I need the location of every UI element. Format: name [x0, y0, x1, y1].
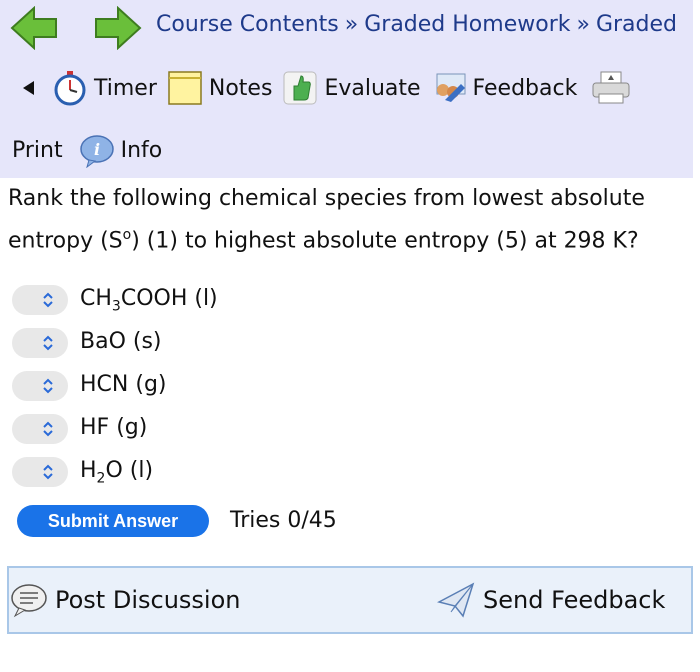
footer-bar: Post Discussion Send Feedback [7, 566, 693, 634]
notes-icon [168, 71, 202, 105]
lon-capa-header: Course Contents» Graded Homework» Graded T… [0, 0, 693, 178]
rank-select-5[interactable] [12, 457, 68, 487]
rank-select-1[interactable] [12, 285, 68, 315]
breadcrumb-graded-homework[interactable]: Graded Homework [364, 12, 570, 37]
send-feedback-icon [437, 582, 475, 618]
species-label: HCN (g) [80, 371, 167, 397]
rank-item-1: CH3COOH (l) [12, 283, 218, 317]
timer-label: Timer [94, 75, 157, 101]
breadcrumb-course-contents[interactable]: Course Contents [156, 12, 339, 37]
breadcrumb-separator: » [576, 12, 590, 37]
collapse-arrow-icon[interactable] [22, 80, 36, 96]
species-label: H2O (l) [80, 457, 154, 487]
chevron-updown-icon [43, 464, 53, 480]
species-label: CH3COOH (l) [80, 285, 218, 315]
species-label: HF (g) [80, 414, 148, 440]
tries-counter: Tries 0/45 [230, 508, 337, 533]
rank-select-2[interactable] [12, 328, 68, 358]
species-label: BaO (s) [80, 328, 162, 354]
feedback-button[interactable]: Feedback [431, 70, 578, 106]
chevron-updown-icon [43, 378, 53, 394]
chevron-updown-icon [43, 335, 53, 351]
chevron-updown-icon [43, 421, 53, 437]
rank-select-4[interactable] [12, 414, 68, 444]
discussion-icon [11, 584, 47, 618]
rank-item-3: HCN (g) [12, 369, 167, 403]
info-icon: i [79, 135, 114, 168]
notes-label: Notes [208, 75, 273, 101]
rank-item-4: HF (g) [12, 412, 147, 446]
feedback-icon [436, 73, 466, 102]
info-label: Info [120, 137, 163, 163]
post-discussion-label: Post Discussion [55, 586, 241, 614]
breadcrumb-graded[interactable]: Graded [596, 12, 677, 37]
evaluate-button[interactable]: Evaluate [282, 70, 421, 106]
toolbar-row-1: Timer Notes Evaluate Feedback [10, 66, 631, 110]
timer-icon [54, 71, 86, 106]
question-text: Rank the following chemical species from… [8, 186, 645, 254]
breadcrumb-separator: » [344, 12, 359, 37]
back-arrow-icon[interactable] [10, 6, 58, 50]
submit-answer-button[interactable]: Submit Answer [17, 505, 209, 537]
svg-text:i: i [94, 140, 100, 159]
evaluate-label: Evaluate [324, 75, 421, 101]
forward-arrow-icon[interactable] [94, 6, 142, 50]
standard-state-superscript: o [122, 227, 132, 243]
send-feedback-label: Send Feedback [483, 586, 666, 614]
chevron-updown-icon [43, 292, 53, 308]
rank-select-3[interactable] [12, 371, 68, 401]
breadcrumb: Course Contents» Graded Homework» Graded [156, 12, 677, 37]
evaluate-icon [283, 71, 317, 105]
timer-button[interactable]: Timer [52, 70, 157, 106]
print-button[interactable]: Print [12, 138, 63, 163]
printer-icon[interactable] [591, 70, 631, 106]
toolbar-row-2: Print i Info [12, 128, 172, 172]
send-feedback-button[interactable]: Send Feedback [437, 582, 665, 618]
feedback-label: Feedback [472, 75, 578, 101]
post-discussion-button[interactable]: Post Discussion [9, 582, 240, 618]
rank-item-2: BaO (s) [12, 326, 162, 360]
info-button[interactable]: i Info [79, 132, 163, 168]
notes-button[interactable]: Notes [167, 70, 273, 106]
rank-item-5: H2O (l) [12, 455, 153, 489]
